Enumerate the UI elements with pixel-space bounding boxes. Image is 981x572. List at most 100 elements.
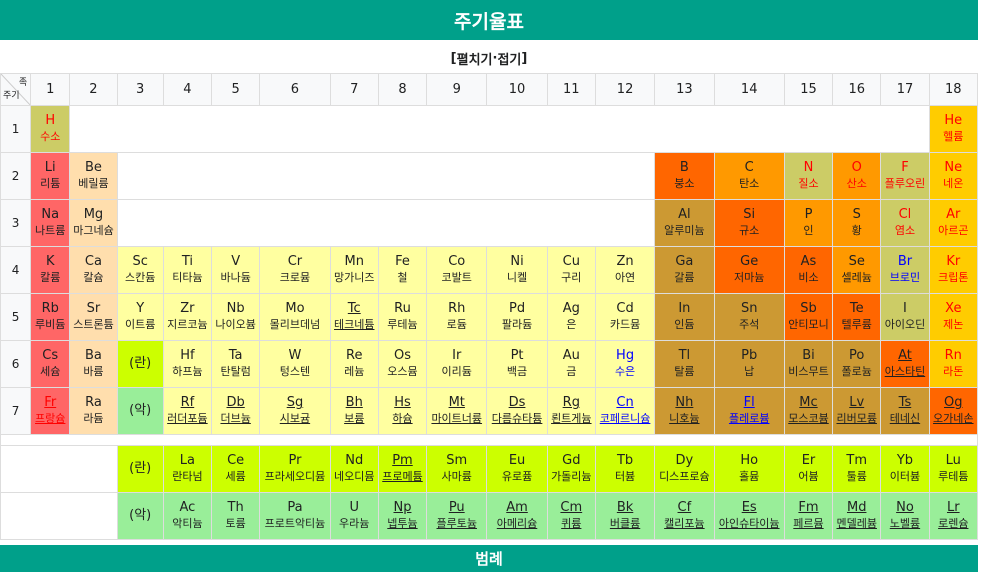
element-cell[interactable]: As 비소: [783, 246, 834, 294]
element-cell[interactable]: N 질소: [783, 152, 834, 200]
element-cell[interactable]: Pm 프로메튬: [377, 445, 428, 493]
element-cell[interactable]: Lu 루테튬: [928, 445, 979, 493]
element-cell[interactable]: Md 멘델레븀: [832, 492, 882, 540]
element-cell[interactable]: Re 레늄: [329, 340, 379, 388]
element-cell[interactable]: Eu 유로퓸: [486, 445, 548, 493]
element-cell[interactable]: Sm 사마륨: [426, 445, 488, 493]
element-cell[interactable]: Es 아인슈타이늄: [713, 492, 785, 540]
element-cell[interactable]: Fr 프랑슘: [30, 387, 71, 435]
element-cell[interactable]: Rf 러더포듐: [162, 387, 213, 435]
element-cell[interactable]: Dy 디스프로슘: [654, 445, 715, 493]
element-cell[interactable]: Cd 카드뮴: [594, 293, 656, 341]
element-cell[interactable]: Nb 나이오븀: [211, 293, 261, 341]
element-cell[interactable]: Ni 니켈: [486, 246, 548, 294]
element-cell[interactable]: Hs 하슘: [377, 387, 428, 435]
element-cell[interactable]: La 란타넘: [162, 445, 213, 493]
element-cell[interactable]: Na 나트륨: [30, 199, 71, 247]
element-cell[interactable]: Os 오스뮴: [377, 340, 428, 388]
element-cell[interactable]: U 우라늄: [329, 492, 379, 540]
element-cell[interactable]: Co 코발트: [426, 246, 488, 294]
element-cell[interactable]: Te 텔루륨: [832, 293, 882, 341]
element-cell[interactable]: At 아스타틴: [880, 340, 930, 388]
element-cell[interactable]: Nd 네오디뮴: [329, 445, 379, 493]
expand-link[interactable]: 펼치기: [457, 49, 493, 68]
element-cell[interactable]: Cu 구리: [546, 246, 596, 294]
element-cell[interactable]: Th 토륨: [211, 492, 261, 540]
element-cell[interactable]: Pd 팔라듐: [486, 293, 548, 341]
element-cell[interactable]: Ce 세륨: [211, 445, 261, 493]
element-cell[interactable]: Ta 탄탈럼: [211, 340, 261, 388]
element-cell[interactable]: Er 어븀: [783, 445, 834, 493]
element-cell[interactable]: Cr 크로뮴: [259, 246, 331, 294]
element-cell[interactable]: Y 이트륨: [116, 293, 164, 341]
element-cell[interactable]: Mt 마이트너륨: [426, 387, 488, 435]
element-cell[interactable]: Po 폴로늄: [832, 340, 882, 388]
element-cell[interactable]: Al 알루미늄: [654, 199, 715, 247]
element-cell[interactable]: Db 더브늄: [211, 387, 261, 435]
element-cell[interactable]: Zr 지르코늄: [162, 293, 213, 341]
element-cell[interactable]: Pr 프라세오디뮴: [259, 445, 331, 493]
element-cell[interactable]: Xe 제논: [928, 293, 979, 341]
legend-header[interactable]: 범례: [0, 545, 978, 572]
element-cell[interactable]: Gd 가돌리늄: [546, 445, 596, 493]
element-cell[interactable]: Si 규소: [713, 199, 785, 247]
element-cell[interactable]: Mg 마그네슘: [69, 199, 118, 247]
element-cell[interactable]: Ba 바륨: [69, 340, 118, 388]
element-cell[interactable]: Tm 툴륨: [832, 445, 882, 493]
element-cell[interactable]: Sb 안티모니: [783, 293, 834, 341]
element-cell[interactable]: Tb 터븀: [594, 445, 656, 493]
element-cell[interactable]: Cl 염소: [880, 199, 930, 247]
element-cell[interactable]: Ac 악티늄: [162, 492, 213, 540]
element-cell[interactable]: Ti 티타늄: [162, 246, 213, 294]
element-cell[interactable]: Ga 갈륨: [654, 246, 715, 294]
element-cell[interactable]: Mo 몰리브데넘: [259, 293, 331, 341]
element-cell[interactable]: Cf 캘리포늄: [654, 492, 715, 540]
element-cell[interactable]: Pt 백금: [486, 340, 548, 388]
actinide-placeholder[interactable]: (악): [116, 387, 164, 435]
element-cell[interactable]: No 노벨륨: [880, 492, 930, 540]
lanthanide-placeholder[interactable]: (란): [116, 340, 164, 388]
element-cell[interactable]: Mn 망가니즈: [329, 246, 379, 294]
element-cell[interactable]: Zn 아연: [594, 246, 656, 294]
element-cell[interactable]: Ir 이리듐: [426, 340, 488, 388]
element-cell[interactable]: V 바나듐: [211, 246, 261, 294]
element-cell[interactable]: Rh 로듐: [426, 293, 488, 341]
element-cell[interactable]: C 탄소: [713, 152, 785, 200]
element-cell[interactable]: Cn 코페르니슘: [594, 387, 656, 435]
element-cell[interactable]: Hf 하프늄: [162, 340, 213, 388]
element-cell[interactable]: O 산소: [832, 152, 882, 200]
element-cell[interactable]: Og 오가네손: [928, 387, 979, 435]
element-cell[interactable]: B 붕소: [654, 152, 715, 200]
element-cell[interactable]: Rn 라돈: [928, 340, 979, 388]
element-cell[interactable]: Yb 이터븀: [880, 445, 930, 493]
element-cell[interactable]: Ag 은: [546, 293, 596, 341]
element-cell[interactable]: Am 아메리슘: [486, 492, 548, 540]
element-cell[interactable]: Ru 루테늄: [377, 293, 428, 341]
element-cell[interactable]: S황: [832, 199, 882, 247]
element-cell[interactable]: Ts 테네신: [880, 387, 930, 435]
element-cell[interactable]: Li 리튬: [30, 152, 71, 200]
element-cell[interactable]: Lr 로렌슘: [928, 492, 979, 540]
element-cell[interactable]: In 인듐: [654, 293, 715, 341]
element-cell[interactable]: Hg 수은: [594, 340, 656, 388]
element-cell[interactable]: Sn 주석: [713, 293, 785, 341]
element-cell[interactable]: Pu 플루토늄: [426, 492, 488, 540]
element-cell[interactable]: Fm 페르뮴: [783, 492, 834, 540]
element-cell[interactable]: Be 베릴륨: [69, 152, 118, 200]
element-cell[interactable]: Br 브로민: [880, 246, 930, 294]
element-cell[interactable]: Mc 모스코븀: [783, 387, 834, 435]
element-cell[interactable]: P인: [783, 199, 834, 247]
element-cell[interactable]: Bi 비스무트: [783, 340, 834, 388]
element-cell[interactable]: Rb 루비듐: [30, 293, 71, 341]
element-cell[interactable]: Ho 홀뮴: [713, 445, 785, 493]
element-cell[interactable]: Se 셀레늄: [832, 246, 882, 294]
element-cell[interactable]: Pa 프로트악티늄: [259, 492, 331, 540]
element-cell[interactable]: I 아이오딘: [880, 293, 930, 341]
element-cell[interactable]: Cm 퀴륨: [546, 492, 596, 540]
element-cell[interactable]: Ra 라듐: [69, 387, 118, 435]
element-cell[interactable]: Kr 크립톤: [928, 246, 979, 294]
element-cell[interactable]: Ca 칼슘: [69, 246, 118, 294]
element-cell[interactable]: Bh 보륨: [329, 387, 379, 435]
element-cell[interactable]: Fe 철: [377, 246, 428, 294]
element-cell[interactable]: He 헬륨: [928, 105, 979, 153]
